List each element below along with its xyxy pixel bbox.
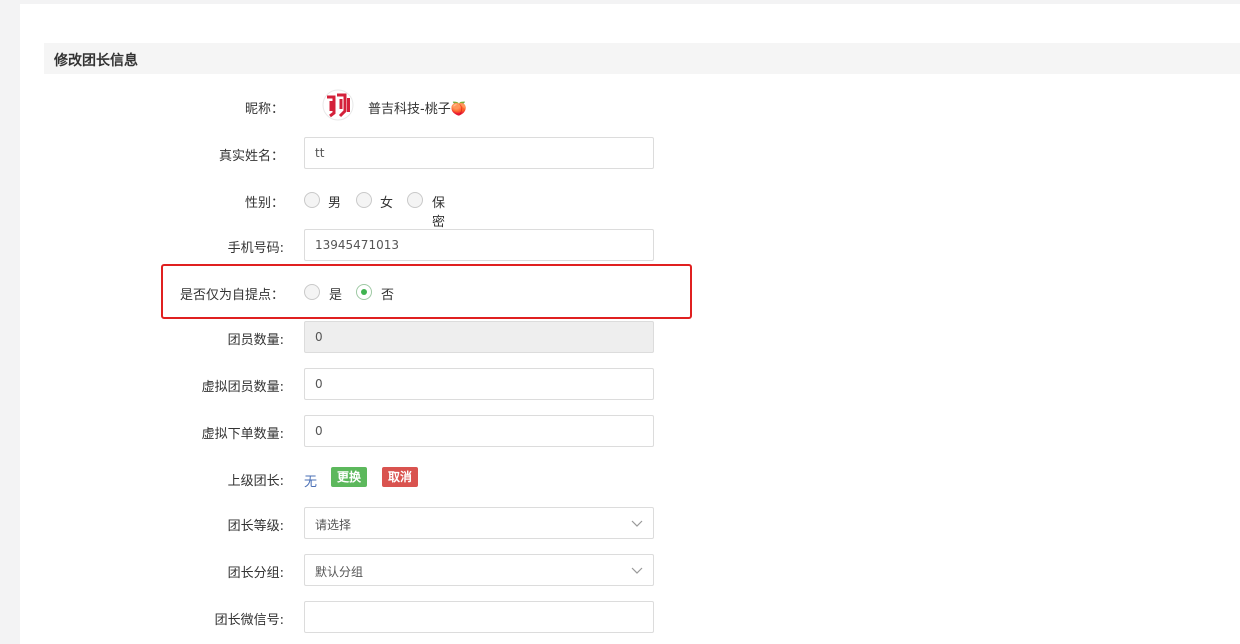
phone-value: 13945471013 xyxy=(315,238,399,252)
virtual-member-count-label: 虚拟团员数量: xyxy=(201,380,284,395)
level-label: 团长等级: xyxy=(227,519,284,534)
nickname-value: 普吉科技-桃子🍑 xyxy=(368,102,467,117)
member-count-value: 0 xyxy=(315,330,323,344)
real-name-input[interactable]: tt xyxy=(304,137,654,169)
wechat-row: 团长微信号: xyxy=(0,601,1240,633)
gender-radio-female[interactable] xyxy=(356,192,372,208)
phone-label: 手机号码: xyxy=(227,241,284,256)
section-header: 修改团长信息 xyxy=(44,43,1240,74)
gender-label: 性别： xyxy=(244,196,284,211)
self-pickup-option-no[interactable]: 否 xyxy=(381,284,394,303)
member-count-row: 团员数量: 0 xyxy=(0,321,1240,353)
superior-row: 上级团长: 无 更换 取消 xyxy=(0,465,1240,497)
section-title: 修改团长信息 xyxy=(54,53,138,69)
real-name-row: 真实姓名： tt xyxy=(0,137,1240,169)
gender-option-secret[interactable]: 保密 xyxy=(432,192,445,230)
virtual-order-count-value: 0 xyxy=(315,424,323,438)
gender-row: 性别： 男 女 保密 xyxy=(0,184,1240,230)
level-value: 请选择 xyxy=(315,518,352,532)
virtual-member-count-value: 0 xyxy=(315,377,323,391)
superior-value: 无 xyxy=(304,475,318,490)
group-row: 团长分组: 默认分组 xyxy=(0,554,1240,586)
phone-input[interactable]: 13945471013 xyxy=(304,229,654,261)
gender-radio-secret[interactable] xyxy=(407,192,423,208)
self-pickup-radio-yes[interactable] xyxy=(304,284,320,300)
virtual-order-count-label: 虚拟下单数量: xyxy=(201,427,284,442)
member-count-input: 0 xyxy=(304,321,654,353)
gender-radio-male[interactable] xyxy=(304,192,320,208)
group-value: 默认分组 xyxy=(315,565,364,579)
phone-row: 手机号码: 13945471013 xyxy=(0,229,1240,261)
chevron-down-icon xyxy=(631,567,643,574)
level-row: 团长等级: 请选择 xyxy=(0,507,1240,539)
self-pickup-label: 是否仅为自提点： xyxy=(179,288,284,303)
self-pickup-row: 是否仅为自提点： 是 否 xyxy=(0,276,1240,308)
wechat-input[interactable] xyxy=(304,601,654,633)
group-label: 团长分组: xyxy=(227,566,284,581)
gender-option-male[interactable]: 男 xyxy=(328,192,341,211)
self-pickup-radio-no[interactable] xyxy=(356,284,372,300)
virtual-member-count-input[interactable]: 0 xyxy=(304,368,654,400)
virtual-order-count-row: 虚拟下单数量: 0 xyxy=(0,415,1240,447)
group-select[interactable]: 默认分组 xyxy=(304,554,654,586)
member-count-label: 团员数量: xyxy=(227,333,284,348)
self-pickup-option-yes[interactable]: 是 xyxy=(329,284,342,303)
real-name-label: 真实姓名： xyxy=(218,149,284,164)
level-select[interactable]: 请选择 xyxy=(304,507,654,539)
real-name-value: tt xyxy=(315,146,325,160)
nickname-label: 昵称： xyxy=(244,102,284,117)
superior-label: 上级团长: xyxy=(227,474,284,489)
cancel-button[interactable]: 取消 xyxy=(382,467,419,487)
nickname-row: 昵称： xyxy=(0,98,1240,130)
chevron-down-icon xyxy=(631,520,643,527)
change-button[interactable]: 更换 xyxy=(331,467,368,487)
gender-option-female[interactable]: 女 xyxy=(380,192,393,211)
virtual-order-count-input[interactable]: 0 xyxy=(304,415,654,447)
avatar xyxy=(322,89,354,121)
virtual-member-count-row: 虚拟团员数量: 0 xyxy=(0,368,1240,400)
wechat-label: 团长微信号: xyxy=(214,613,284,628)
